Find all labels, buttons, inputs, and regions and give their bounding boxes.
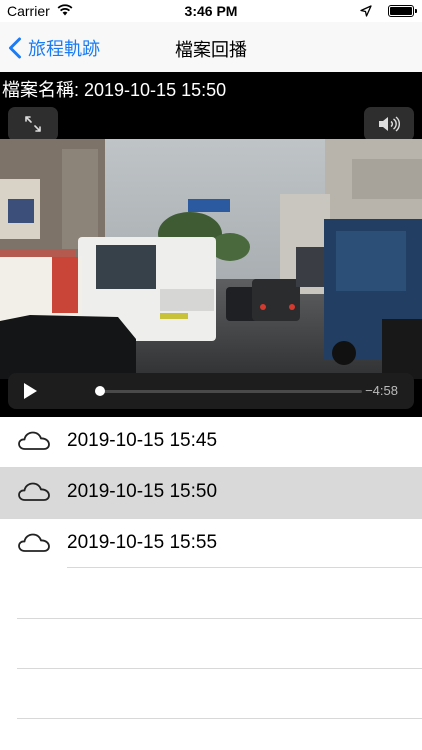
location-arrow-icon: [360, 5, 372, 17]
list-separator: [17, 618, 422, 619]
file-list-item-label: 2019-10-15 15:50: [67, 481, 218, 502]
list-separator: [17, 668, 422, 669]
list-separator: [67, 567, 422, 568]
speaker-icon: [379, 116, 400, 132]
navigation-bar: 旅程軌跡 檔案回播: [0, 22, 422, 72]
file-list-item[interactable]: 2019-10-15 15:50: [0, 468, 422, 519]
play-icon[interactable]: [22, 382, 38, 400]
clock: 3:46 PM: [184, 3, 238, 19]
cloud-icon: [18, 482, 50, 501]
volume-button[interactable]: [364, 107, 414, 141]
cloud-icon: [18, 533, 50, 552]
file-list-item-label: 2019-10-15 15:45: [67, 430, 218, 451]
battery-icon: [388, 5, 414, 17]
time-remaining: −4:58: [365, 383, 398, 398]
file-list: 2019-10-15 15:45 2019-10-15 15:50 2019-10-…: [0, 417, 422, 569]
list-separator: [17, 718, 422, 719]
file-list-item-label: 2019-10-15 15:55: [67, 532, 218, 553]
status-bar: Carrier 3:46 PM: [0, 0, 422, 22]
file-list-item[interactable]: 2019-10-15 15:55: [0, 519, 422, 569]
file-list-item[interactable]: 2019-10-15 15:45: [0, 417, 422, 468]
video-frame[interactable]: [0, 139, 422, 379]
fullscreen-button[interactable]: [8, 107, 58, 141]
progress-track[interactable]: [95, 390, 362, 393]
playback-controls: −4:58: [8, 373, 414, 409]
battery-tip: [415, 9, 417, 13]
cloud-icon: [18, 431, 50, 450]
progress-knob[interactable]: [95, 386, 106, 396]
video-player[interactable]: 檔案名稱: 2019-10-15 15:50 −4:58: [0, 72, 422, 417]
page-title: 檔案回播: [175, 40, 247, 60]
expand-icon: [25, 116, 41, 132]
file-name-label: 檔案名稱: 2019-10-15 15:50: [2, 80, 227, 100]
